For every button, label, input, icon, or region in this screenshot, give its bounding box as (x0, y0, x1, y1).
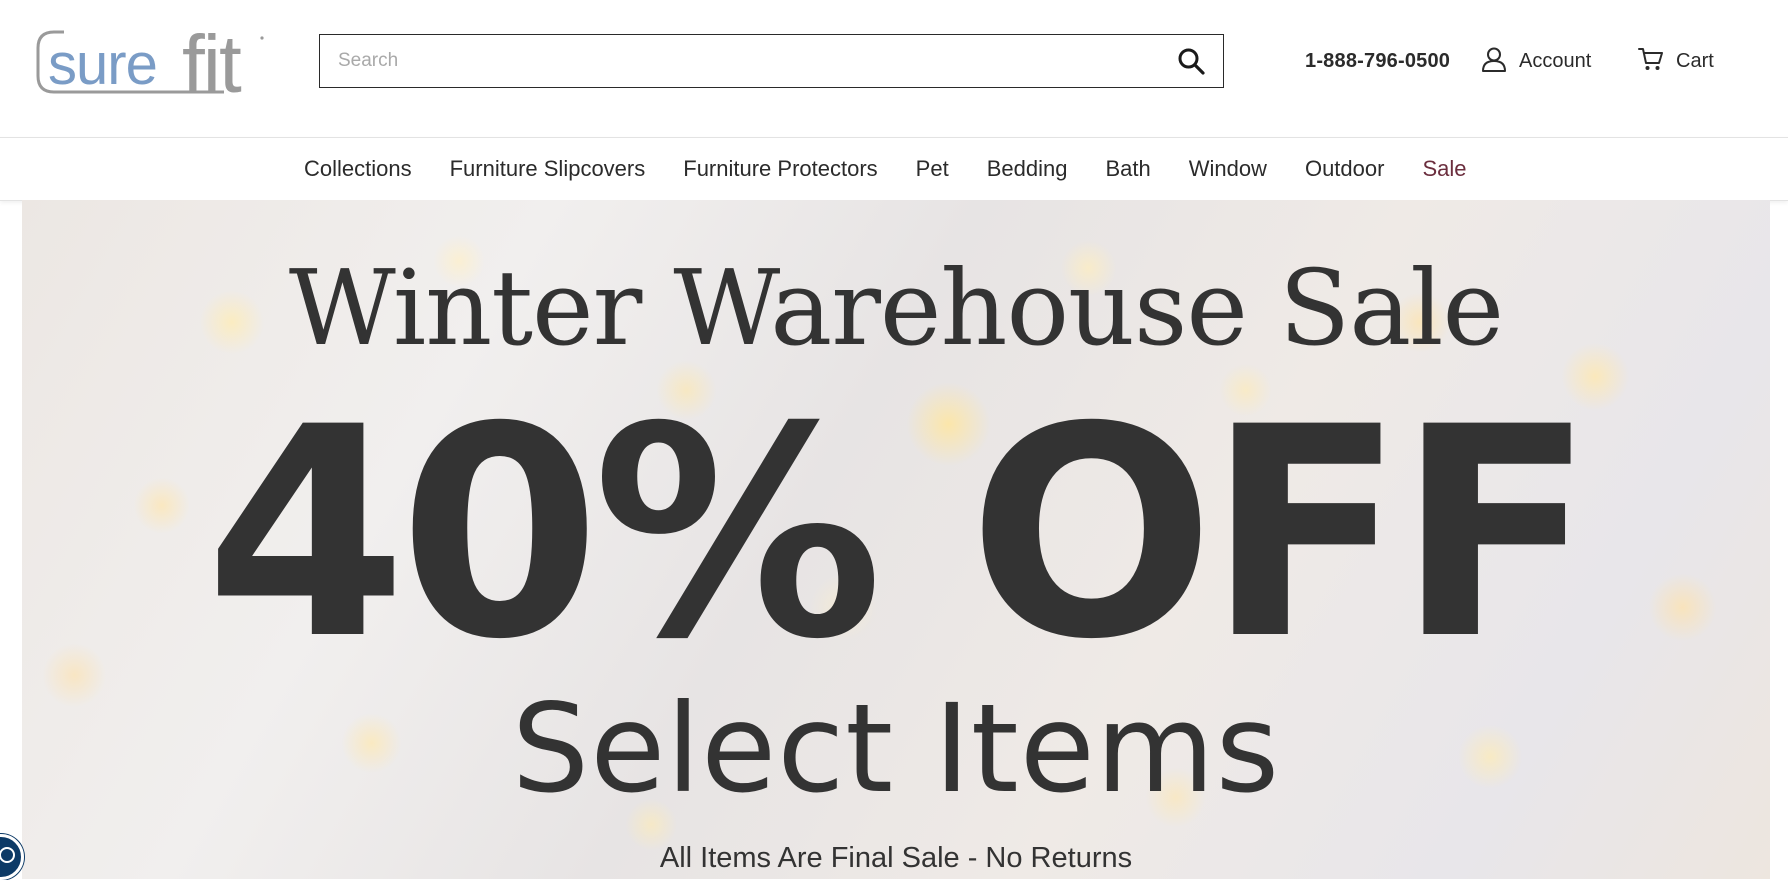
hero-discount: 40% OFF (205, 366, 1595, 703)
account-link[interactable]: Account (1481, 46, 1591, 76)
svg-text:fit: fit (182, 19, 242, 102)
main-navigation: Collections Furniture Slipcovers Furnitu… (0, 137, 1788, 201)
hero-banner[interactable]: Winter Warehouse Sale 40% OFF Select Ite… (22, 200, 1770, 879)
nav-item-pet[interactable]: Pet (916, 156, 949, 182)
account-label: Account (1519, 49, 1592, 72)
search-bar (319, 34, 1224, 88)
nav-item-collections[interactable]: Collections (304, 156, 412, 182)
hero-subtitle: Select Items (511, 678, 1281, 820)
site-header: sure fit 1-888-796-0500 Account (0, 0, 1788, 137)
hero-note: All Items Are Final Sale - No Returns (659, 842, 1133, 874)
hero-title: Winter Warehouse Sale (288, 247, 1504, 369)
nav-item-furniture-protectors[interactable]: Furniture Protectors (683, 156, 877, 182)
nav-item-window[interactable]: Window (1189, 156, 1267, 182)
svg-text:sure: sure (48, 32, 157, 97)
cart-icon (1638, 46, 1664, 77)
nav-item-outdoor[interactable]: Outdoor (1305, 156, 1385, 182)
search-icon[interactable] (1177, 47, 1205, 75)
nav-item-bedding[interactable]: Bedding (987, 156, 1068, 182)
phone-number[interactable]: 1-888-796-0500 (1305, 50, 1450, 73)
nav-item-sale[interactable]: Sale (1422, 156, 1466, 182)
search-input[interactable] (338, 35, 1138, 86)
cart-label: Cart (1676, 49, 1714, 72)
nav-item-furniture-slipcovers[interactable]: Furniture Slipcovers (450, 156, 646, 182)
nav-item-bath[interactable]: Bath (1105, 156, 1150, 182)
accessibility-icon[interactable] (0, 834, 24, 880)
surefit-logo[interactable]: sure fit (34, 14, 266, 102)
user-icon (1481, 46, 1507, 77)
cart-link[interactable]: Cart (1638, 46, 1714, 76)
